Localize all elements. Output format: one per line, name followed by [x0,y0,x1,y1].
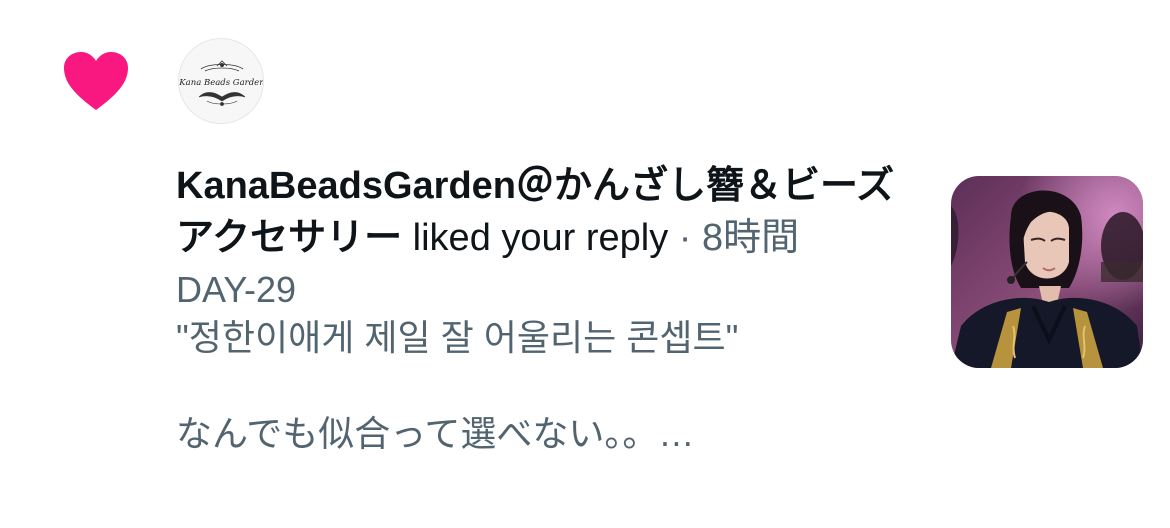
timestamp: 8時間 [702,217,800,259]
notification-headline: KanaBeadsGarden＠かんざし簪＆ビーズアクセサリー liked yo… [176,160,916,264]
tweet-line: なんでも似合って選べない。。… [176,413,695,454]
svg-text:Kana Beads Garden: Kana Beads Garden [179,78,264,88]
avatar[interactable]: Kana Beads Garden [178,38,264,124]
tweet-line: "정한이애게 제일 잘 어울리는 콘셉트" [176,317,739,358]
tweet-preview[interactable]: DAY-29 "정한이애게 제일 잘 어울리는 콘셉트" なんでも似合って選べない。… [176,266,916,458]
performer-photo [951,176,1143,368]
heart-icon [64,52,128,110]
tweet-line: DAY-29 [176,269,297,310]
tweet-line [176,362,916,410]
tweet-thumbnail[interactable] [951,176,1143,368]
like-notification[interactable]: Kana Beads Garden KanaBeadsGarden＠かんざし簪＆… [0,0,1170,528]
separator: · [678,217,692,259]
kana-beads-garden-logo: Kana Beads Garden [179,60,264,106]
action-text: liked your reply [412,217,669,259]
notification-text: KanaBeadsGarden＠かんざし簪＆ビーズアクセサリー liked yo… [176,160,916,458]
